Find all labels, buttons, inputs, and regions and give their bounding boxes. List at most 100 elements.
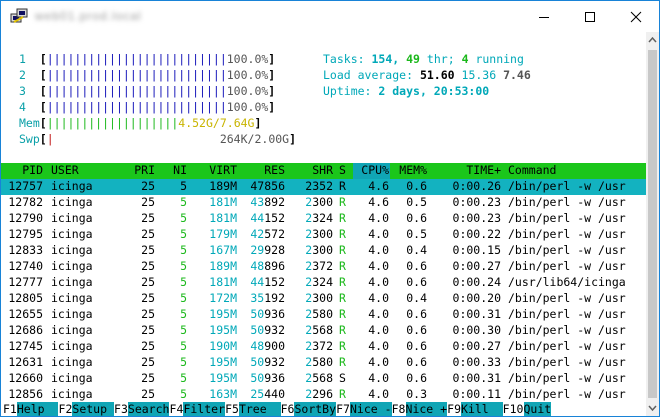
table-row[interactable]: 12805 icinga 25 5 172M 35192 2300 R 4.0 0.4 0:00.2… <box>1 291 646 307</box>
cell-units: 572 <box>264 227 285 241</box>
meter-bracket-open: [ <box>39 52 47 66</box>
function-key-f2[interactable]: F2 <box>59 402 73 416</box>
cell-mem-percent: 0.6 <box>406 323 427 337</box>
function-key-f6[interactable]: F6 <box>281 402 295 416</box>
cell-time: 0:00.27 <box>452 259 501 273</box>
function-label-f8[interactable]: Nice + <box>405 402 448 416</box>
function-key-f9[interactable]: F9 <box>447 402 461 416</box>
column-header-priority[interactable]: PRI <box>119 163 155 179</box>
function-key-f1[interactable]: F1 <box>3 402 17 416</box>
function-label-f2[interactable]: Setup <box>72 402 114 416</box>
column-header-res[interactable]: RES <box>241 163 285 179</box>
load-15min: 7.46 <box>503 68 531 82</box>
scroll-thumb[interactable] <box>648 50 657 398</box>
function-label-f1[interactable]: Help <box>16 402 59 416</box>
cell-cpu-percent: 4.0 <box>368 339 389 353</box>
cell-mem-percent: 0.4 <box>406 243 427 257</box>
function-label-f4[interactable]: Filter <box>183 402 225 416</box>
function-label-f10[interactable]: Quit <box>523 402 552 416</box>
cell-res: 47856 <box>250 179 285 193</box>
close-button[interactable] <box>613 1 659 32</box>
column-header-pid[interactable]: PID <box>1 163 43 179</box>
column-header-virt[interactable]: VIRT <box>197 163 237 179</box>
threads-count: 49 <box>406 52 420 66</box>
table-row[interactable]: 12745 icinga 25 5 190M 48900 2372 R 4.0 0.6 0:00.2… <box>1 339 646 355</box>
table-row[interactable]: 12660 icinga 25 5 195M 50936 2568 S 4.0 0.6 0:00.3… <box>1 371 646 387</box>
cell-state: R <box>339 259 346 273</box>
column-header-shr[interactable]: SHR <box>293 163 333 179</box>
vertical-scrollbar[interactable] <box>646 32 659 416</box>
cell-pid: 12631 <box>8 355 43 369</box>
mem-bar: ||||||||||||||||||| <box>46 116 179 130</box>
table-row[interactable]: 12833 icinga 25 5 167M 29928 2300 R 4.0 0.4 0:00.1… <box>1 243 646 259</box>
cell-state: R <box>339 339 346 353</box>
column-header-user[interactable]: USER <box>51 163 111 179</box>
cell-virt: 163M <box>209 387 237 401</box>
cell-user: icinga <box>51 371 93 385</box>
table-row[interactable]: 12782 icinga 25 5 181M 43892 2300 R 4.6 0.5 0:00.2… <box>1 195 646 211</box>
function-label-f7[interactable]: Nice - <box>350 402 392 416</box>
table-row[interactable]: 12795 icinga 25 5 179M 42572 2300 R 4.0 0.5 0:00.2… <box>1 227 646 243</box>
cpu-percent: 100.0% <box>226 68 269 82</box>
scroll-up-arrow-icon[interactable] <box>646 32 659 48</box>
scroll-down-arrow-icon[interactable] <box>646 400 659 416</box>
table-row[interactable]: 12790 icinga 25 5 181M 44152 2324 R 4.0 0.6 0:00.2… <box>1 211 646 227</box>
function-key-f10[interactable]: F10 <box>503 402 524 416</box>
table-row[interactable]: 12740 icinga 25 5 189M 48896 2372 R 4.0 0.6 0:00.2… <box>1 259 646 275</box>
meter-bracket-open: [ <box>39 132 47 146</box>
cell-nice: 5 <box>180 227 187 241</box>
cell-state: R <box>339 387 346 401</box>
cell-shr: 2300 <box>293 227 333 243</box>
function-key-f5[interactable]: F5 <box>225 402 239 416</box>
cell-res: 50932 <box>241 323 285 339</box>
maximize-button[interactable] <box>567 1 613 32</box>
cell-units: 296 <box>312 387 333 401</box>
swap-bar: | <box>46 132 54 146</box>
cell-time: 0:00.11 <box>452 387 501 401</box>
function-key-f8[interactable]: F8 <box>392 402 406 416</box>
title-bar[interactable]: web01.prod.local <box>1 1 659 32</box>
column-header-nice[interactable]: NI <box>161 163 187 179</box>
cell-units: 372 <box>312 259 333 273</box>
cell-cpu-percent: 4.0 <box>368 227 389 241</box>
cell-mem-percent: 0.6 <box>406 275 427 289</box>
table-row[interactable]: 12856 icinga 25 5 163M 25440 2296 R 4.0 0.3 0:00.1… <box>1 387 646 403</box>
cell-command: /bin/perl -w /usr <box>508 371 626 385</box>
cell-state: R <box>339 323 346 337</box>
cell-virt: 195M <box>209 371 237 385</box>
cell-command: /bin/perl -w /usr <box>508 355 626 369</box>
putty-app-icon[interactable] <box>10 8 28 26</box>
cell-user: icinga <box>51 195 93 209</box>
column-header-cpu-percent[interactable]: CPU% <box>353 163 389 179</box>
table-row[interactable]: 12631 icinga 25 5 195M 50932 2580 R 4.0 0.6 0:00.3… <box>1 355 646 371</box>
column-header-time[interactable]: TIME+ <box>437 163 501 179</box>
function-label-f9[interactable]: Kill <box>461 402 503 416</box>
column-header-command[interactable]: Command <box>508 163 648 179</box>
htop-terminal[interactable]: 1 [||||||||||||||||||||||||||100.0%] 2 [|… <box>1 32 646 416</box>
column-header-mem-percent[interactable]: MEM% <box>393 163 427 179</box>
cell-thousands: 50 <box>250 371 265 385</box>
table-row[interactable]: 12686 icinga 25 5 195M 50932 2568 R 4.0 0.6 0:00.3… <box>1 323 646 339</box>
cell-shr: 2296 <box>293 387 333 403</box>
table-row-selected[interactable]: 12757 icinga 25 5 189M 47856 2352 R 4.6 0.6 0:00.2… <box>1 179 646 195</box>
cell-res: 48896 <box>241 259 285 275</box>
load-line: Load average: 51.60 15.36 7.46 <box>323 68 531 84</box>
cell-shr: 2568 <box>293 371 333 387</box>
function-label-f3[interactable]: Search <box>127 402 170 416</box>
cell-pid: 12790 <box>8 211 43 225</box>
function-label-f6[interactable]: SortBy <box>294 402 337 416</box>
cell-priority: 25 <box>141 339 155 353</box>
cpu-meter-4: 4 [||||||||||||||||||||||||||100.0%] <box>19 100 275 116</box>
cell-pid: 12833 <box>8 243 43 257</box>
function-key-f4[interactable]: F4 <box>170 402 184 416</box>
table-row[interactable]: 12655 icinga 25 5 195M 50936 2580 R 4.0 0.6 0:00.3… <box>1 307 646 323</box>
cell-mem-percent: 0.6 <box>406 259 427 273</box>
minimize-button[interactable] <box>521 1 567 32</box>
process-table-header[interactable]: PID USER PRI NI VIRT RES SHR S CPU% MEM% TIME+ Comm… <box>1 163 646 179</box>
table-row[interactable]: 12777 icinga 25 5 181M 44152 2324 R 4.0 0.6 0:00.2… <box>1 275 646 291</box>
cell-units: 896 <box>264 259 285 273</box>
function-label-f5[interactable]: Tree <box>238 402 281 416</box>
column-header-state[interactable]: S <box>339 163 351 179</box>
function-key-f7[interactable]: F7 <box>336 402 350 416</box>
function-key-f3[interactable]: F3 <box>114 402 128 416</box>
